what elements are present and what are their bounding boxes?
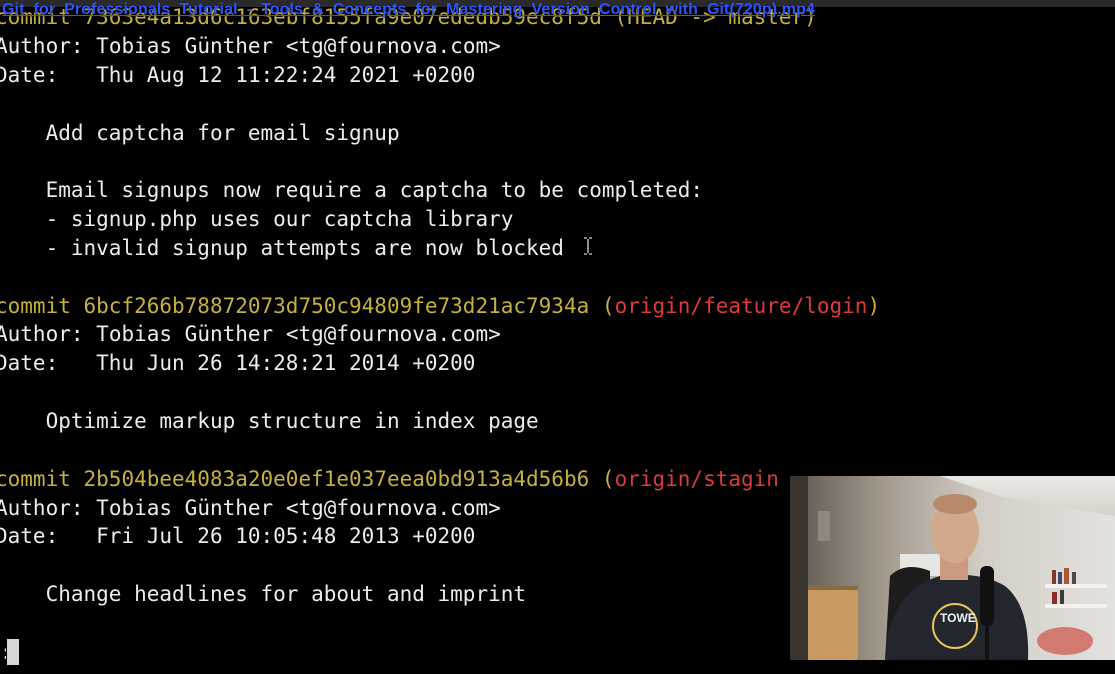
commit-message-line: Optimize markup structure in index page: [0, 407, 539, 435]
shirt-logo-text: TOWE: [940, 611, 976, 625]
author-value: Tobias Günther <tg@fournova.com>: [96, 322, 501, 346]
author-label: Author:: [0, 34, 84, 58]
terminal-cursor: [7, 639, 19, 665]
ref-name: origin/stagin: [614, 467, 779, 491]
webcam-overlay: TOWE: [790, 476, 1115, 660]
commit-message-line: Change headlines for about and imprint: [0, 580, 526, 608]
date-line: Date: Fri Jul 26 10:05:48 2013 +0200: [0, 522, 475, 550]
commit-message-text: Email signups now require a captcha to b…: [45, 178, 704, 202]
commit-message-text: Add captcha for email signup: [45, 121, 400, 145]
author-label: Author:: [0, 322, 84, 346]
date-value: Thu Aug 12 11:22:24 2021 +0200: [96, 63, 476, 87]
date-label: Date:: [0, 63, 59, 87]
date-line: Date: Thu Jun 26 14:28:21 2014 +0200: [0, 349, 475, 377]
date-value: Thu Jun 26 14:28:21 2014 +0200: [96, 351, 476, 375]
author-value: Tobias Günther <tg@fournova.com>: [96, 34, 501, 58]
commit-line: commit 6bcf266b78872073d750c94809fe73d21…: [0, 292, 880, 320]
author-line: Author: Tobias Günther <tg@fournova.com>: [0, 32, 501, 60]
pager-prompt[interactable]: :: [0, 638, 19, 666]
commit-label: commit: [0, 294, 71, 318]
video-title: Git_for_Professionals_Tutorial_-_Tools_&…: [2, 1, 815, 18]
commit-message-line: - signup.php uses our captcha library: [0, 205, 514, 233]
date-label: Date:: [0, 524, 59, 548]
ref-name: origin/feature/login: [614, 294, 868, 318]
commit-message-text: Change headlines for about and imprint: [45, 582, 527, 606]
commit-line: commit 2b504bee4083a20e0ef1e037eea0bd913…: [0, 465, 779, 493]
commit-hash: 2b504bee4083a20e0ef1e037eea0bd913a4d56b6: [83, 467, 590, 491]
commit-message-line: - invalid signup attempts are now blocke…: [0, 234, 564, 262]
date-value: Fri Jul 26 10:05:48 2013 +0200: [96, 524, 476, 548]
author-line: Author: Tobias Günther <tg@fournova.com>: [0, 320, 501, 348]
commit-label: commit: [0, 467, 71, 491]
commit-message-text: - signup.php uses our captcha library: [45, 207, 514, 231]
webcam-image: TOWE: [790, 476, 1115, 660]
i-beam-cursor-icon: [583, 236, 595, 258]
pager-prompt-colon: :: [0, 640, 6, 664]
commit-message-text: Optimize markup structure in index page: [45, 409, 539, 433]
date-label: Date:: [0, 351, 59, 375]
author-value: Tobias Günther <tg@fournova.com>: [96, 496, 501, 520]
terminal-screen: commit 7363e4a13d6c163ebf8155fa9e07ededb…: [0, 0, 1115, 674]
date-line: Date: Thu Aug 12 11:22:24 2021 +0200: [0, 61, 475, 89]
author-label: Author:: [0, 496, 84, 520]
author-line: Author: Tobias Günther <tg@fournova.com>: [0, 494, 501, 522]
commit-message-line: Add captcha for email signup: [0, 119, 400, 147]
commit-message-line: Email signups now require a captcha to b…: [0, 176, 703, 204]
commit-message-text: - invalid signup attempts are now blocke…: [45, 236, 564, 260]
commit-hash: 6bcf266b78872073d750c94809fe73d21ac7934a: [83, 294, 590, 318]
